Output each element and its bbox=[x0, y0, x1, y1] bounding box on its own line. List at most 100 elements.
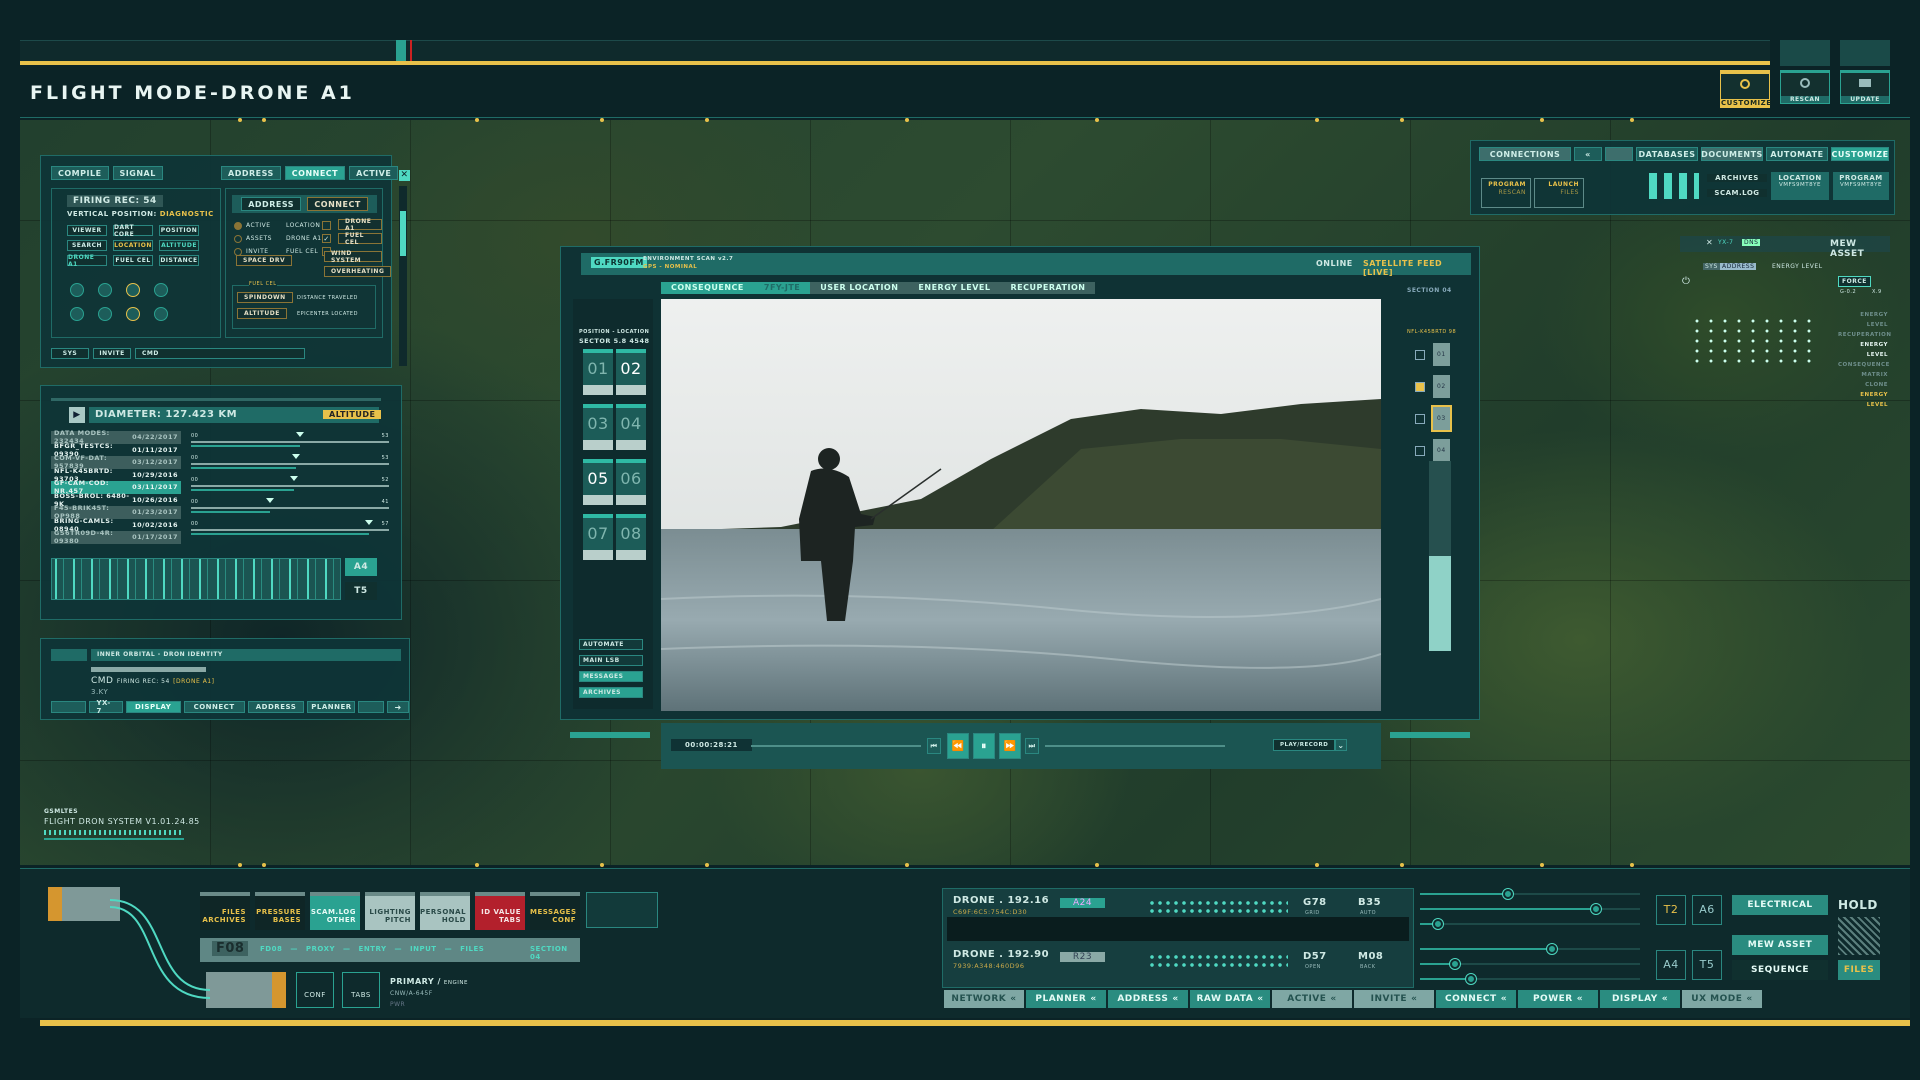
radio-active[interactable]: ACTIVE bbox=[234, 219, 272, 232]
data-slider[interactable]: 00 57 bbox=[191, 519, 389, 541]
sequence-button[interactable]: SEQUENCE bbox=[1732, 960, 1828, 980]
update-button[interactable]: UPDATE bbox=[1840, 70, 1890, 104]
yx7-button[interactable]: YX-7 bbox=[89, 699, 123, 715]
mixer-slider[interactable] bbox=[1420, 903, 1640, 915]
path-item[interactable]: ENTRY bbox=[359, 945, 387, 953]
overheating-button[interactable]: OVERHEATING bbox=[324, 266, 392, 277]
timeline-marker[interactable] bbox=[396, 40, 406, 62]
table-row[interactable]: GS6TR09D-4R: 09380 01/17/2017 bbox=[51, 529, 181, 545]
knob-icon[interactable] bbox=[98, 307, 112, 321]
side-menu-item[interactable]: MAIN LSB bbox=[579, 655, 643, 666]
grid-button[interactable]: FUEL CEL bbox=[113, 255, 153, 266]
grid-button[interactable]: VIEWER bbox=[67, 225, 107, 236]
code-box[interactable]: A4 bbox=[1656, 950, 1686, 980]
tab-automate[interactable]: AUTOMATE bbox=[1766, 147, 1828, 161]
scamlog-label[interactable]: SCAM.LOG bbox=[1707, 189, 1767, 197]
electrical-button[interactable]: ELECTRICAL bbox=[1732, 895, 1828, 915]
slot-05[interactable]: 05 bbox=[583, 459, 613, 505]
pause-icon[interactable]: ⏸ bbox=[973, 733, 995, 759]
tab-documents[interactable]: DOCUMENTS bbox=[1701, 147, 1763, 161]
knob-icon[interactable] bbox=[70, 283, 84, 297]
tile-button[interactable]: MESSAGES CONF bbox=[530, 892, 580, 930]
tile-button[interactable]: ID VALUE TABS bbox=[475, 892, 525, 930]
power-icon[interactable]: ⏻ bbox=[1682, 276, 1690, 287]
tab-active[interactable]: ACTIVE bbox=[349, 166, 399, 180]
location-card[interactable]: LOCATION VMFS9MT8YE bbox=[1771, 172, 1829, 200]
slot-08[interactable]: 08 bbox=[616, 514, 646, 560]
slot-03[interactable]: 03 bbox=[583, 404, 613, 450]
mixer-slider[interactable] bbox=[1420, 958, 1640, 970]
files-button[interactable]: FILES bbox=[1838, 960, 1880, 980]
close-small-icon[interactable]: ✕ bbox=[1706, 238, 1713, 247]
channel-02[interactable]: 02 bbox=[1415, 375, 1450, 398]
archives-label[interactable]: ARCHIVES bbox=[1707, 174, 1767, 182]
level-meter[interactable] bbox=[1429, 461, 1451, 651]
code-box[interactable]: T2 bbox=[1656, 895, 1686, 925]
fast-forward-icon[interactable]: ⏩ bbox=[999, 733, 1021, 759]
grid-button[interactable]: POSITION bbox=[159, 225, 199, 236]
video-tab[interactable]: RECUPERATION bbox=[1000, 282, 1096, 294]
mixer-icon[interactable] bbox=[586, 892, 658, 928]
timeline-bar[interactable] bbox=[20, 40, 1770, 62]
sys-badge[interactable]: SYS bbox=[1703, 263, 1720, 270]
invite-button[interactable]: INVITE bbox=[93, 348, 131, 359]
knob-icon[interactable] bbox=[154, 307, 168, 321]
address-button[interactable]: ADDRESS bbox=[247, 701, 305, 713]
skip-end-icon[interactable]: ⏭ bbox=[1025, 738, 1039, 754]
data-slider[interactable]: 00 52 bbox=[191, 475, 389, 497]
rewind-small-icon[interactable]: « bbox=[1574, 147, 1602, 161]
scrub-right[interactable] bbox=[1045, 745, 1225, 747]
video-tab[interactable]: ENERGY LEVEL bbox=[908, 282, 1001, 294]
checkbox-location[interactable]: LOCATION bbox=[286, 219, 331, 232]
tab-databases[interactable]: DATABASES bbox=[1636, 147, 1698, 161]
close-icon[interactable]: ✕ bbox=[399, 170, 410, 181]
display-button[interactable]: DISPLAY bbox=[125, 701, 181, 713]
tab-address[interactable]: ADDRESS bbox=[221, 166, 281, 180]
code-box[interactable]: A6 bbox=[1692, 895, 1722, 925]
tile-button[interactable]: PRESSURE BASES bbox=[255, 892, 305, 930]
side-menu-item[interactable]: MESSAGES bbox=[579, 671, 643, 682]
knob-icon[interactable] bbox=[70, 307, 84, 321]
tile-button[interactable]: PERSONAL HOLD bbox=[420, 892, 470, 930]
mixer-slider[interactable] bbox=[1420, 973, 1640, 985]
forward-icon[interactable]: ➜ bbox=[387, 701, 410, 713]
grid-button[interactable]: DART CORE bbox=[113, 224, 153, 238]
drone-code[interactable]: A24 bbox=[1060, 898, 1105, 908]
scrub-left[interactable] bbox=[751, 745, 921, 747]
mixer-slider[interactable] bbox=[1420, 943, 1640, 955]
channel-03[interactable]: 03 bbox=[1415, 405, 1452, 432]
mixer-slider[interactable] bbox=[1420, 888, 1640, 900]
rescan-button[interactable]: RESCAN bbox=[1780, 70, 1830, 104]
side-menu-item[interactable]: ARCHIVES bbox=[579, 687, 643, 698]
nav-active[interactable]: ACTIVE « bbox=[1272, 990, 1352, 1008]
side-menu-item[interactable]: AUTOMATE bbox=[579, 639, 643, 650]
path-item[interactable]: FD08 bbox=[260, 945, 282, 953]
channel-01[interactable]: 01 bbox=[1415, 343, 1450, 366]
panel-scrollbar[interactable] bbox=[399, 186, 407, 366]
channel-04[interactable]: 04 bbox=[1415, 439, 1450, 462]
drone-code[interactable]: R23 bbox=[1060, 952, 1105, 962]
path-item[interactable]: PROXY bbox=[306, 945, 335, 953]
video-tab[interactable]: CONSEQUENCE bbox=[661, 282, 754, 294]
mew-asset-button[interactable]: MEW ASSET bbox=[1732, 935, 1828, 955]
video-feed[interactable] bbox=[661, 299, 1381, 711]
knob-icon[interactable] bbox=[98, 283, 112, 297]
fuel-cel-button[interactable]: FUEL CEL bbox=[338, 232, 382, 246]
video-tab[interactable]: 7FY-JTE bbox=[753, 282, 811, 294]
slot-01[interactable]: 01 bbox=[583, 349, 613, 395]
force-button[interactable]: FORCE bbox=[1838, 276, 1871, 287]
mode-select[interactable]: PLAY/RECORD bbox=[1273, 739, 1336, 751]
slot-06[interactable]: 06 bbox=[616, 459, 646, 505]
conf-button[interactable]: CONF bbox=[296, 972, 334, 1008]
checkbox-drone-a1[interactable]: DRONE A1 ✓ bbox=[286, 232, 331, 245]
knob-icon[interactable] bbox=[126, 283, 140, 297]
data-slider[interactable]: 00 53 bbox=[191, 431, 389, 453]
play-icon[interactable]: ▶ bbox=[69, 407, 85, 423]
skip-start-icon[interactable]: ⏮ bbox=[927, 738, 941, 754]
sub-tab-address[interactable]: ADDRESS bbox=[241, 197, 301, 211]
code-box[interactable]: T5 bbox=[1692, 950, 1722, 980]
data-slider[interactable]: 00 41 bbox=[191, 497, 389, 519]
nav-network[interactable]: NETWORK « bbox=[944, 990, 1024, 1008]
planner-button[interactable]: PLANNER bbox=[307, 701, 356, 713]
rewind-icon[interactable]: ⏪ bbox=[947, 733, 969, 759]
